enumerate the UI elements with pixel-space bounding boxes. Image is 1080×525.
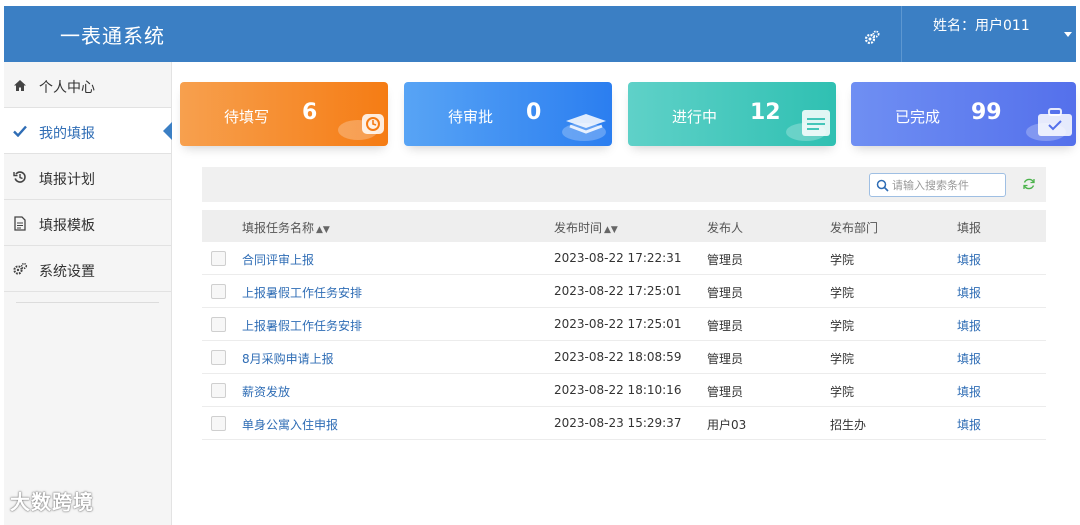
chevron-down-icon <box>1064 32 1072 37</box>
row-checkbox[interactable] <box>211 251 226 266</box>
stat-card-pending-approval[interactable]: 待审批 0 <box>404 82 612 146</box>
table-row: 上报暑假工作任务安排 2023-08-22 17:25:01 管理员 学院 填报 <box>202 308 1046 341</box>
department: 学院 <box>830 352 855 366</box>
layers-icon <box>560 102 612 142</box>
stat-card-label: 进行中 <box>672 108 718 126</box>
task-name-link[interactable]: 合同评审上报 <box>242 251 314 268</box>
stat-card-count: 0 <box>526 100 542 125</box>
department: 招生办 <box>830 418 867 432</box>
task-name-link[interactable]: 上报暑假工作任务安排 <box>242 284 362 301</box>
top-header: 一表通系统 姓名：用户011 <box>4 6 1076 62</box>
table-header-row: 填报任务名称 ▲▼ 发布时间 ▲▼ 发布人 发布部门 填报 <box>202 210 1046 242</box>
stat-card-pending-fill[interactable]: 待填写 6 <box>180 82 388 146</box>
fill-link[interactable]: 填报 <box>957 383 981 400</box>
stat-card-count: 99 <box>971 100 1002 125</box>
table-row: 上报暑假工作任务安排 2023-08-22 17:25:01 管理员 学院 填报 <box>202 275 1046 308</box>
fill-link[interactable]: 填报 <box>957 416 981 433</box>
document-icon <box>12 215 28 231</box>
column-header-publish-time[interactable]: 发布时间 ▲▼ <box>554 219 618 236</box>
sidebar-item-label: 填报计划 <box>39 172 95 188</box>
sidebar-item-label: 填报模板 <box>39 218 95 234</box>
briefcase-icon <box>1024 102 1076 142</box>
sort-icon: ▲▼ <box>316 225 330 235</box>
fill-link[interactable]: 填报 <box>957 284 981 301</box>
sort-icon: ▲▼ <box>604 225 618 235</box>
task-name-link[interactable]: 上报暑假工作任务安排 <box>242 317 362 334</box>
publish-time: 2023-08-22 17:25:01 <box>554 284 682 298</box>
task-name-link[interactable]: 8月采购申请上报 <box>242 350 334 367</box>
sidebar-item-personal-center[interactable]: 个人中心 <box>4 62 171 108</box>
table-toolbar <box>202 167 1046 202</box>
publisher: 用户03 <box>707 418 747 432</box>
sidebar-item-label: 我的填报 <box>39 126 95 142</box>
fill-link[interactable]: 填报 <box>957 251 981 268</box>
watermark-text: 大数跨境 <box>10 490 94 514</box>
sidebar-item-label: 系统设置 <box>39 264 95 280</box>
column-header-label: 发布时间 <box>554 221 603 235</box>
row-checkbox[interactable] <box>211 383 226 398</box>
table-row: 合同评审上报 2023-08-22 17:22:31 管理员 学院 填报 <box>202 242 1046 275</box>
column-header-label: 填报任务名称 <box>242 221 315 235</box>
row-checkbox[interactable] <box>211 317 226 332</box>
task-name-link[interactable]: 薪资发放 <box>242 383 290 400</box>
department: 学院 <box>830 253 855 267</box>
publisher: 管理员 <box>707 286 744 300</box>
settings-gear-icon[interactable] <box>862 28 882 48</box>
department: 学院 <box>830 319 855 333</box>
row-checkbox[interactable] <box>211 350 226 365</box>
stat-card-label: 待审批 <box>448 108 494 126</box>
stat-card-label: 已完成 <box>895 108 941 126</box>
column-header-task-name[interactable]: 填报任务名称 ▲▼ <box>242 219 330 236</box>
sidebar-item-fill-plan[interactable]: 填报计划 <box>4 154 171 200</box>
submission-table: 填报任务名称 ▲▼ 发布时间 ▲▼ 发布人 发布部门 填报 合同评审上报 2023-… <box>202 210 1046 440</box>
user-name-label: 姓名：用户011 <box>933 18 1030 34</box>
table-row: 薪资发放 2023-08-22 18:10:16 管理员 学院 填报 <box>202 374 1046 407</box>
table-row: 单身公寓入住申报 2023-08-23 15:29:37 用户03 招生办 填报 <box>202 407 1046 440</box>
refresh-icon[interactable] <box>1022 177 1038 193</box>
history-icon <box>12 169 28 185</box>
row-checkbox[interactable] <box>211 416 226 431</box>
column-header-publisher: 发布人 <box>707 221 744 235</box>
clock-icon <box>336 102 388 142</box>
publish-time: 2023-08-22 17:22:31 <box>554 251 682 265</box>
fill-link[interactable]: 填报 <box>957 317 981 334</box>
search-icon <box>876 179 890 193</box>
stat-card-count: 6 <box>302 100 318 125</box>
gears-icon <box>12 261 28 277</box>
fill-link[interactable]: 填报 <box>957 350 981 367</box>
row-checkbox[interactable] <box>211 284 226 299</box>
publish-time: 2023-08-22 18:08:59 <box>554 350 682 364</box>
sidebar-item-label: 个人中心 <box>39 80 95 96</box>
column-header-department: 发布部门 <box>830 221 879 235</box>
watermark-logo: 大数跨境 <box>10 486 94 515</box>
app-title: 一表通系统 <box>60 24 165 48</box>
stat-card-in-progress[interactable]: 进行中 12 <box>628 82 836 146</box>
publish-time: 2023-08-22 17:25:01 <box>554 317 682 331</box>
column-header-fill: 填报 <box>957 221 982 235</box>
stat-card-completed[interactable]: 已完成 99 <box>851 82 1076 146</box>
form-icon <box>784 102 836 142</box>
stat-card-label: 待填写 <box>224 108 270 126</box>
department: 学院 <box>830 286 855 300</box>
search-box[interactable] <box>869 173 1006 197</box>
sidebar-item-my-submissions[interactable]: 我的填报 <box>4 108 172 154</box>
publisher: 管理员 <box>707 319 744 333</box>
department: 学院 <box>830 385 855 399</box>
sidebar: 个人中心 我的填报 填报计划 填报模板 系统设置 大数跨境 <box>4 62 172 525</box>
user-menu[interactable]: 姓名：用户011 <box>901 6 1076 62</box>
publish-time: 2023-08-22 18:10:16 <box>554 383 682 397</box>
home-icon <box>12 77 28 93</box>
publisher: 管理员 <box>707 385 744 399</box>
stat-card-count: 12 <box>750 100 781 125</box>
publisher: 管理员 <box>707 352 744 366</box>
task-name-link[interactable]: 单身公寓入住申报 <box>242 416 338 433</box>
check-icon <box>12 123 28 139</box>
search-input[interactable] <box>892 176 1002 194</box>
sidebar-item-templates[interactable]: 填报模板 <box>4 200 171 246</box>
sidebar-item-system-settings[interactable]: 系统设置 <box>4 246 171 292</box>
publisher: 管理员 <box>707 253 744 267</box>
publish-time: 2023-08-23 15:29:37 <box>554 416 682 430</box>
table-row: 8月采购申请上报 2023-08-22 18:08:59 管理员 学院 填报 <box>202 341 1046 374</box>
sidebar-divider <box>16 302 159 303</box>
